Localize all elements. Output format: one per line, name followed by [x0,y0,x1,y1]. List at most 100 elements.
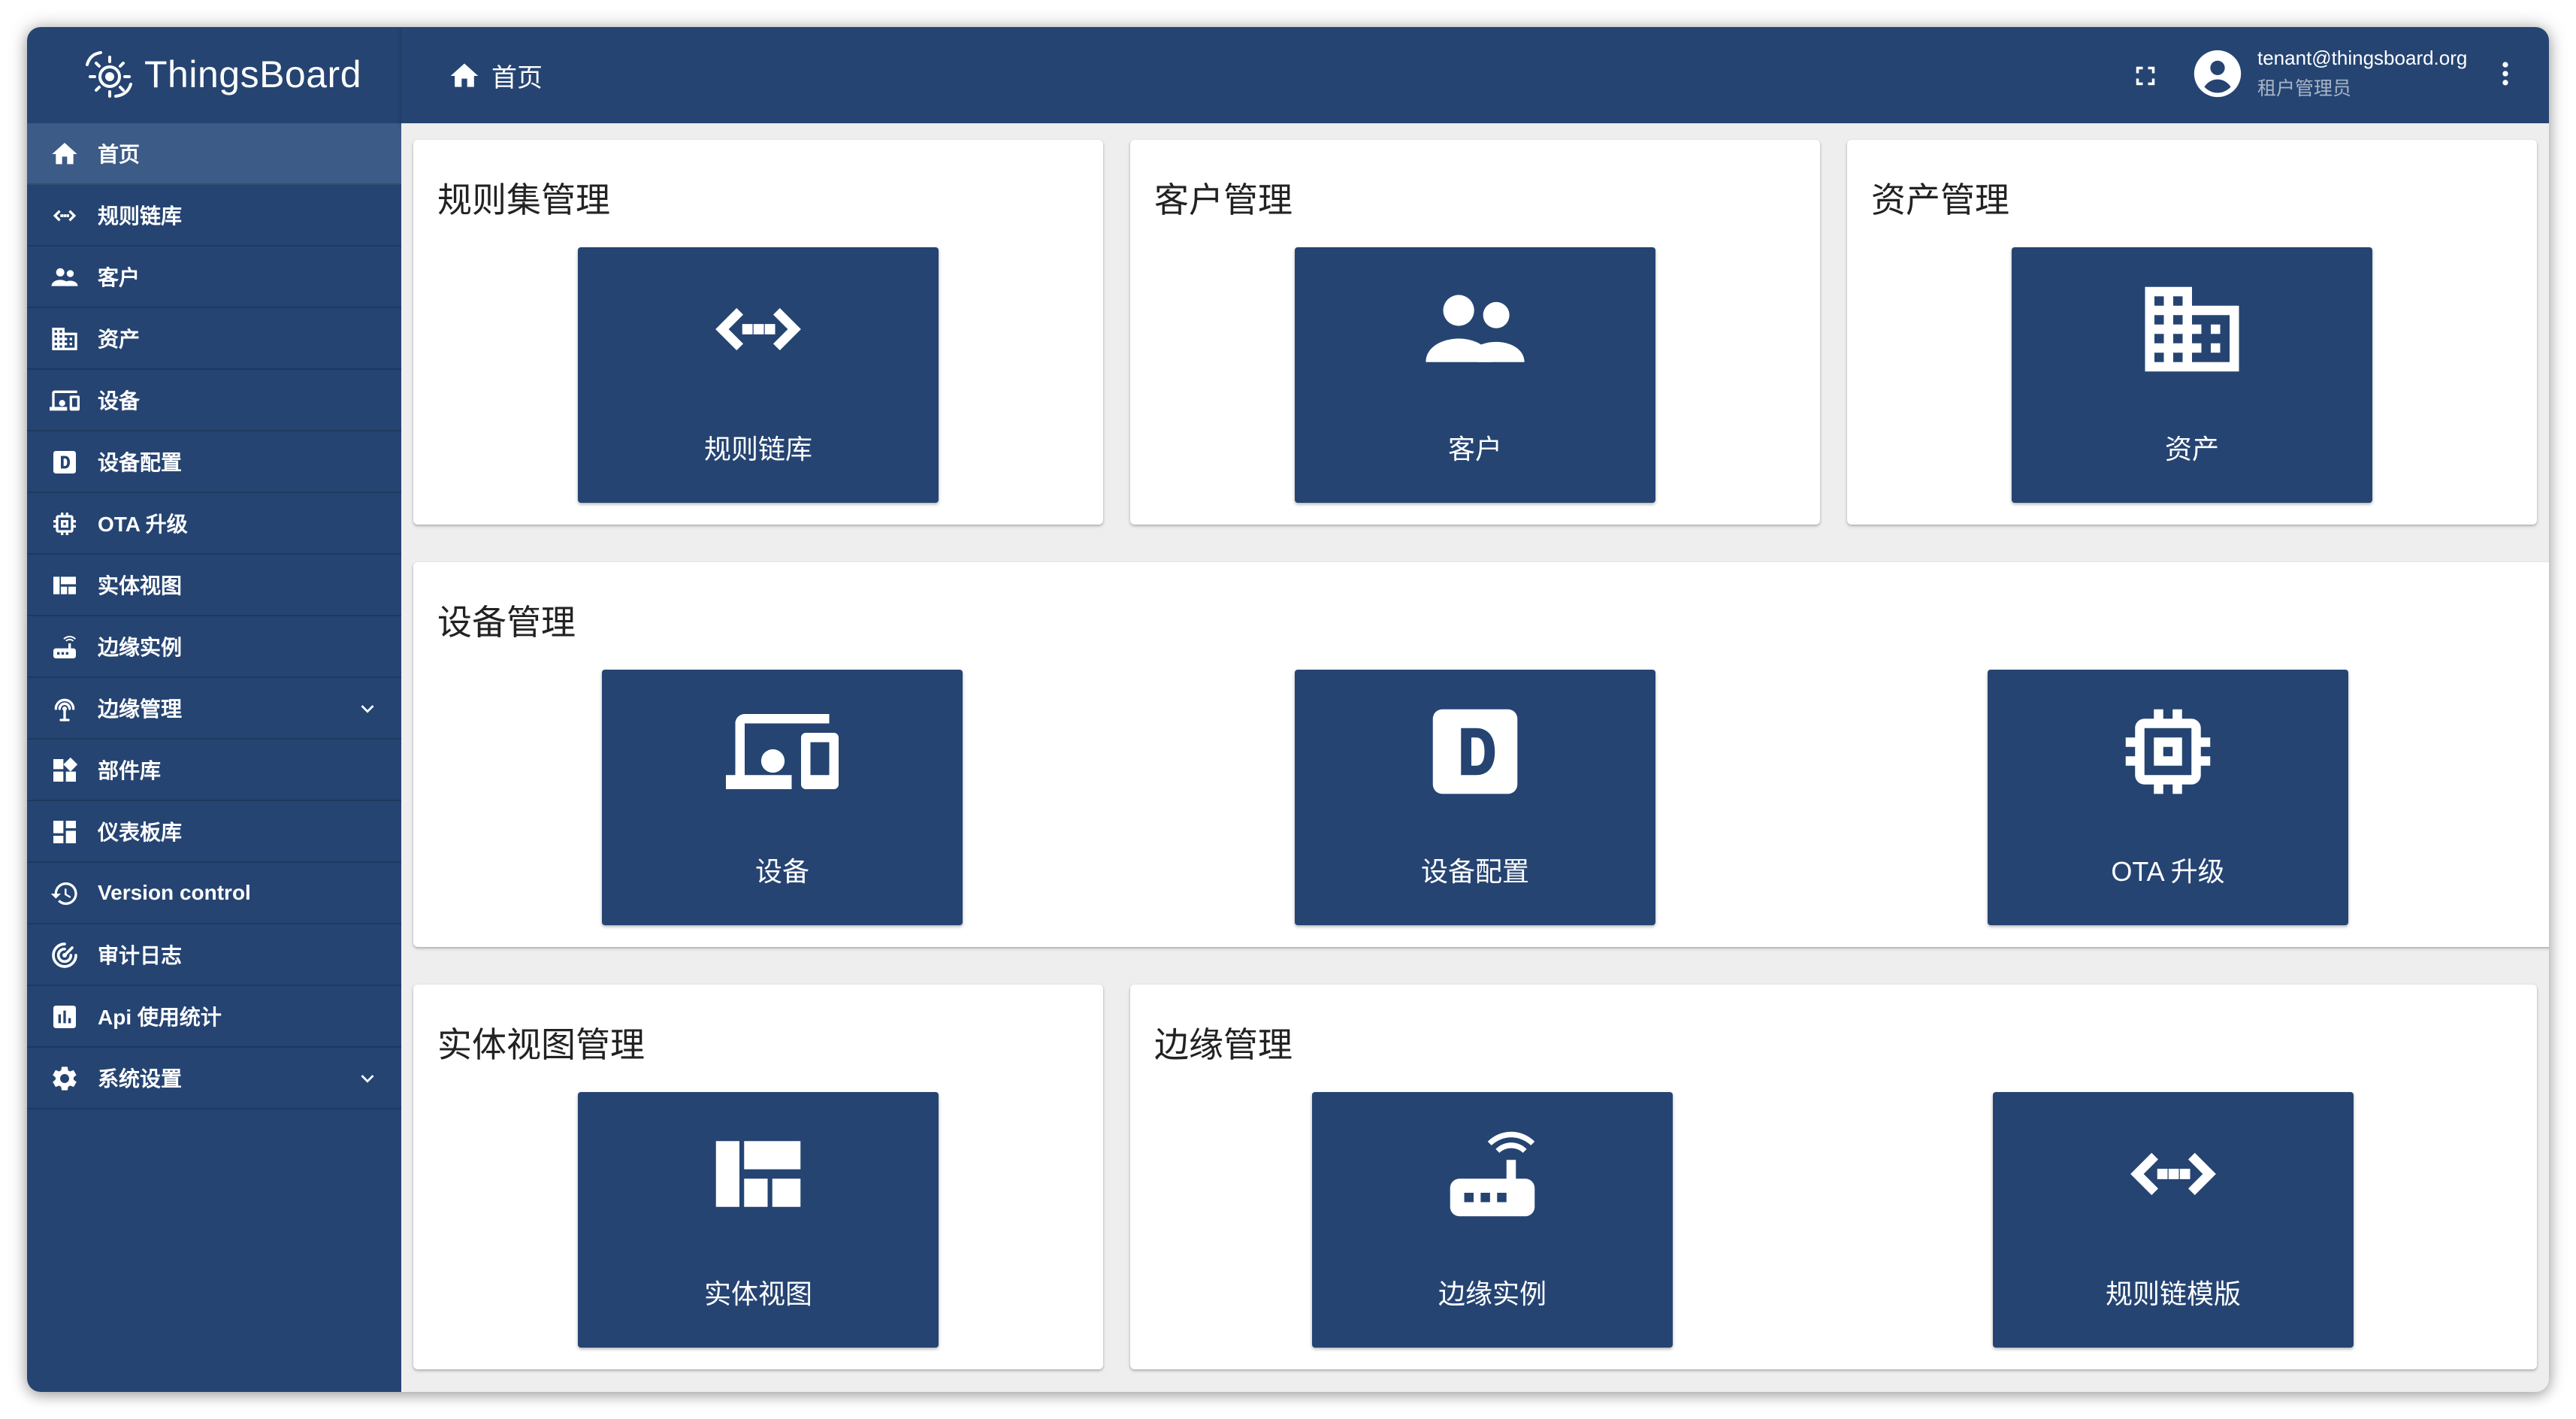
audit-icon [52,942,77,968]
sidebar-item-edge-instances[interactable]: 边缘实例 [27,616,401,678]
card-title: 客户管理 [1154,180,1293,219]
customers-icon [1426,295,1525,362]
thingsboard-logo-icon [86,51,132,98]
tile-devices[interactable]: 设备 [602,670,963,925]
sidebar-item-label: 客户 [98,266,141,289]
sidebar-item-label: Version control [98,881,251,904]
tile-entity-views[interactable]: 实体视图 [578,1092,939,1348]
card-title: 规则集管理 [437,180,610,219]
more-vert-icon[interactable] [2489,57,2522,90]
app-logo[interactable]: ThingsBoard [81,41,361,108]
sidebar-item-dashboards[interactable]: 仪表板库 [27,801,401,863]
home-content: 规则集管理 规则链库 客户管理 客户 资产管理 资产 设备管理 设备 设备配置 … [401,123,2549,1392]
rule-chain-icon [53,210,77,222]
tile-label: 规则链模版 [2105,1278,2241,1309]
breadcrumb[interactable]: 首页 [448,57,543,94]
tile-label: 设备配置 [1420,856,1529,887]
card-customer-management: 客户管理 客户 [1130,140,1820,525]
entity-view-icon [715,1141,801,1207]
sidebar-item-label: 设备配置 [98,451,183,474]
device-profile-icon [53,451,76,474]
rule-chain-icon [2130,1152,2216,1196]
card-rulechain-management: 规则集管理 规则链库 [413,140,1103,525]
sidebar-item-label: 边缘实例 [98,636,183,659]
tile-ota-updates[interactable]: OTA 升级 [1988,670,2348,925]
sidebar-item-api-usage[interactable]: Api 使用统计 [27,986,401,1048]
ota-chip-icon [2125,709,2211,794]
tile-rule-chain-templates[interactable]: 规则链模版 [1993,1092,2354,1348]
sidebar-item-label: Api 使用统计 [98,1006,222,1029]
card-edge-management: 边缘管理 边缘实例 规则链模版 [1130,985,2537,1369]
sidebar-item-label: 首页 [98,143,141,166]
card-asset-management: 资产管理 资产 [1847,140,2537,525]
devices-icon [50,390,80,411]
tile-device-profiles[interactable]: 设备配置 [1295,670,1655,925]
sidebar-item-audit-logs[interactable]: 审计日志 [27,924,401,986]
assets-icon [2145,286,2239,372]
sidebar-item-assets[interactable]: 资产 [27,308,401,370]
card-title: 边缘管理 [1154,1025,1293,1064]
fullscreen-icon[interactable] [2130,60,2161,92]
tile-label: OTA 升级 [2111,856,2225,887]
sidebar-item-label: 边缘管理 [98,697,183,721]
tile-label: 规则链库 [703,434,812,464]
user-email: tenant@thingsboard.org [2257,47,2468,69]
sidebar-item-label: 规则链库 [98,204,183,228]
tile-label: 实体视图 [703,1278,812,1309]
dashboards-icon [53,821,76,843]
card-entity-view-management: 实体视图管理 实体视图 [413,985,1103,1369]
widgets-icon [53,757,78,782]
tile-label: 资产 [2164,434,2219,464]
tile-label: 客户 [1447,434,1502,464]
home-icon [450,63,479,87]
breadcrumb-label: 首页 [491,64,543,92]
api-stats-icon [53,1006,76,1028]
assets-icon [52,328,77,350]
settings-gear-icon [53,1067,77,1091]
sidebar-menu: 首页 规则链库 客户 资产 设备 设备配置 OTA 升级 实体视图 边缘实例 边… [27,123,401,1109]
chevron-down-icon[interactable] [355,1066,380,1091]
sidebar-item-version-control[interactable]: Version control [27,863,401,924]
top-toolbar: 首页 tenant@thingsboard.org 租户管理员 [401,27,2549,123]
card-title: 实体视图管理 [437,1025,645,1064]
sidebar-item-entity-views[interactable]: 实体视图 [27,555,401,616]
user-role: 租户管理员 [2257,78,2352,99]
ota-chip-icon [53,513,76,535]
sidebar-item-ota-updates[interactable]: OTA 升级 [27,493,401,555]
sidebar-item-label: OTA 升级 [98,513,188,536]
chevron-down-icon[interactable] [355,696,380,722]
user-avatar-icon[interactable] [2192,48,2243,99]
sidebar-item-edge-management[interactable]: 边缘管理 [27,678,401,740]
sidebar-item-customers[interactable]: 客户 [27,247,401,308]
sidebar-item-label: 设备 [98,389,141,413]
tile-rule-chains[interactable]: 规则链库 [578,247,939,503]
tile-customers[interactable]: 客户 [1295,247,1655,503]
card-title: 设备管理 [437,603,576,642]
card-device-management: 设备管理 设备 设备配置 OTA 升级 [413,562,2549,947]
edge-router-icon [1450,1131,1535,1217]
tile-edge-instances[interactable]: 边缘实例 [1312,1092,1673,1348]
sidebar-item-label: 资产 [98,328,141,351]
sidebar-item-device-profiles[interactable]: 设备配置 [27,431,401,493]
device-profile-icon [1432,709,1518,794]
sidebar-item-devices[interactable]: 设备 [27,370,401,431]
devices-icon [726,714,839,789]
card-title: 资产管理 [1871,180,2009,219]
sidebar-item-home[interactable]: 首页 [27,123,401,185]
history-icon [50,882,77,905]
sidebar-item-system-settings[interactable]: 系统设置 [27,1048,401,1109]
edge-router-icon [53,636,76,658]
sidebar: ThingsBoard 首页 规则链库 客户 资产 设备 设备配置 OTA 升级… [27,27,401,1392]
sidebar-item-label: 审计日志 [98,944,183,967]
sidebar-item-rule-chains[interactable]: 规则链库 [27,185,401,247]
tile-assets[interactable]: 资产 [2012,247,2372,503]
sidebar-item-label: 实体视图 [98,574,183,598]
sidebar-item-widgets-library[interactable]: 部件库 [27,740,401,801]
sidebar-item-label: 仪表板库 [98,821,183,844]
app-name: ThingsBoard [144,53,361,95]
home-icon [52,143,77,165]
edge-antenna-icon [54,698,75,722]
app-window: ThingsBoard 首页 规则链库 客户 资产 设备 设备配置 OTA 升级… [27,27,2549,1392]
tile-label: 设备 [754,856,809,887]
rule-chain-icon [715,307,801,351]
